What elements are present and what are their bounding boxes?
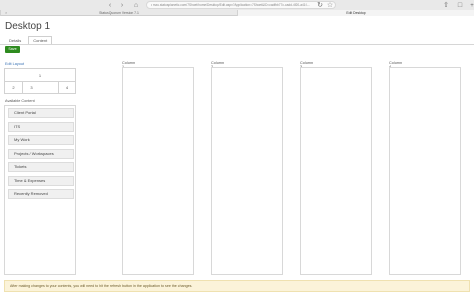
content-item-projects-workspaces[interactable]: Projects / Workspaces <box>8 148 74 159</box>
save-button[interactable]: Save <box>5 46 20 53</box>
edit-layout-link[interactable]: Edit Layout <box>5 62 24 66</box>
home-icon[interactable]: ⌂ <box>132 2 140 10</box>
layout-option-1[interactable]: 1 <box>5 69 75 82</box>
content-item-client-portal[interactable]: Client Portal <box>8 108 74 118</box>
layout-grid[interactable]: 1 2 3 4 <box>4 68 76 94</box>
browser-toolbar: ‹ › ⌂ • rsxu.statusplanetic.com/7Shoet/h… <box>0 0 474 16</box>
back-icon[interactable]: ‹ <box>106 2 114 10</box>
column-dropzone[interactable] <box>122 67 194 275</box>
layout-option-2[interactable]: 2 <box>5 82 22 93</box>
add-tab-icon[interactable]: + <box>468 2 474 10</box>
bookmark-icon[interactable]: ☆ <box>326 2 334 10</box>
content-item-recently-removed[interactable]: Recently Removed <box>8 189 74 199</box>
refresh-icon[interactable]: ↻ <box>316 2 324 10</box>
refresh-notice: After making changes to your contents, y… <box>4 280 470 292</box>
page-tabs: Details Content <box>4 36 53 44</box>
available-content-panel: Client Portal ITS My Work Projects / Wor… <box>4 105 76 275</box>
layout-option-4[interactable]: 4 <box>58 82 75 93</box>
browser-tabstrip: × StatusQuorum Version 7.1 Edit Desktop <box>0 10 474 16</box>
content-item-its[interactable]: ITS <box>8 121 74 132</box>
tab-divider <box>0 44 474 45</box>
tab-content[interactable]: Content <box>28 36 53 44</box>
page-title: Desktop 1 <box>5 21 51 32</box>
browser-tab-label: StatusQuorum Version 7.1 <box>99 11 139 15</box>
address-bar[interactable]: • rsxu.statusplanetic.com/7Shoet/home/De… <box>146 1 336 9</box>
column-dropzone[interactable] <box>211 67 283 275</box>
browser-tab-label: Edit Desktop <box>346 11 366 15</box>
column-dropzone[interactable] <box>300 67 372 275</box>
available-content-label: Available Content <box>5 99 35 103</box>
forward-icon[interactable]: › <box>118 2 126 10</box>
content-list: Client Portal ITS My Work Projects / Wor… <box>8 108 74 203</box>
layout-option-3[interactable]: 3 <box>22 82 40 93</box>
close-icon[interactable]: × <box>5 10 7 16</box>
browser-tab-active[interactable]: Edit Desktop <box>237 10 474 16</box>
content-item-time-expenses[interactable]: Time & Expenses <box>8 175 74 186</box>
content-item-tickets[interactable]: Tickets <box>8 162 74 172</box>
column-dropzone[interactable] <box>389 67 461 275</box>
share-icon[interactable]: ⇧ <box>442 2 450 10</box>
tabs-icon[interactable]: □ <box>456 2 464 10</box>
content-item-my-work[interactable]: My Work <box>8 135 74 145</box>
tab-details[interactable]: Details <box>4 36 26 44</box>
browser-tab[interactable]: × StatusQuorum Version 7.1 <box>0 10 237 16</box>
